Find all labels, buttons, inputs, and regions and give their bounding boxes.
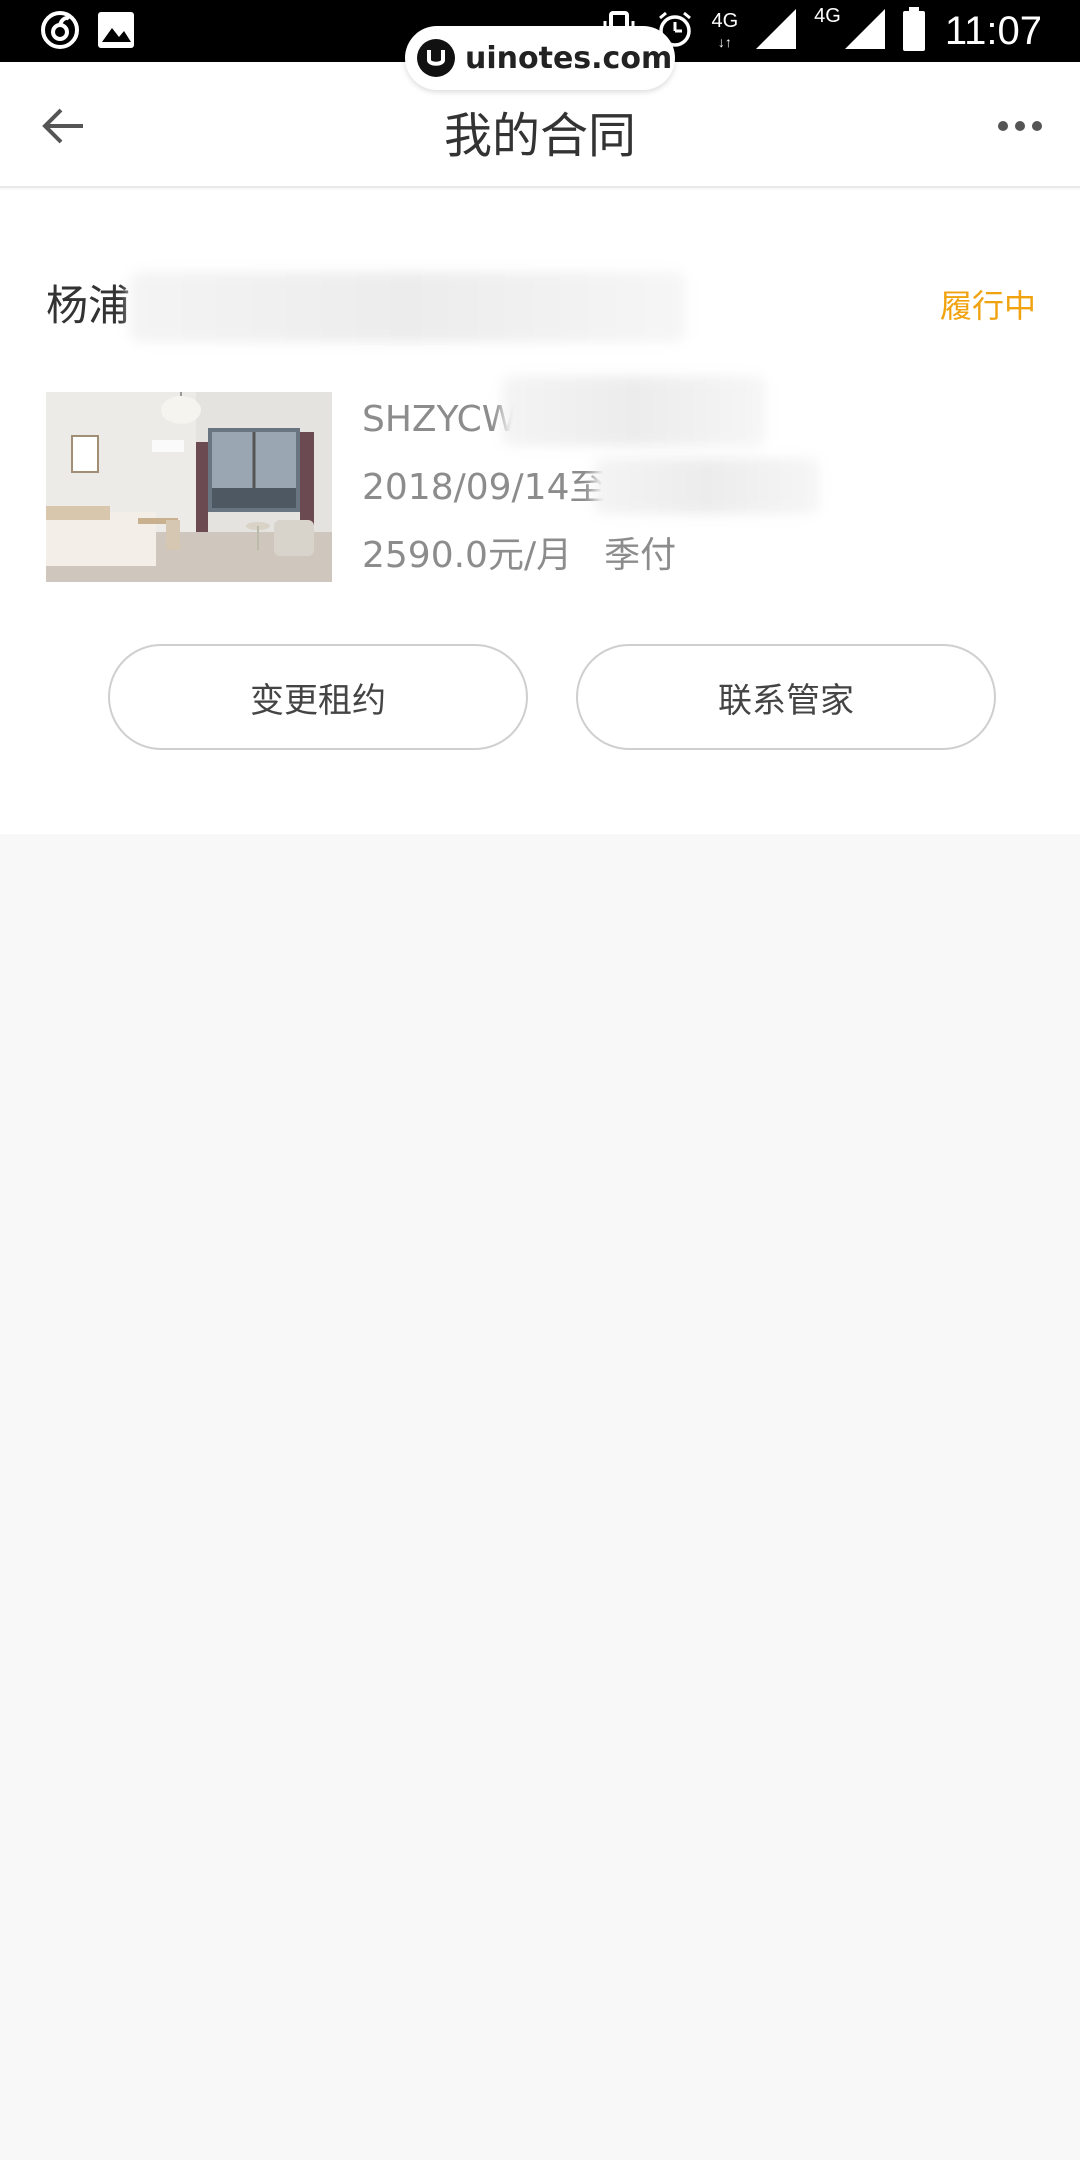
status-badge: 履行中 [939,287,1036,325]
battery-icon [902,7,925,55]
network-type-2: 4G [814,5,841,27]
contact-manager-button[interactable]: 联系管家 [576,644,996,750]
contract-address: 杨浦 [46,281,131,330]
more-dots-icon [998,121,1042,131]
page-title: 我的合同 [443,108,636,164]
change-lease-button[interactable]: 变更租约 [108,644,528,750]
watermark-text: uinotes.com [465,40,673,76]
rent-amount: 2590.0元/月 [362,535,573,576]
signal-icon [843,7,887,55]
payment-cycle: 季付 [604,535,677,576]
contract-info: SHZYCW 2018/09/14至 2590.0元/月 季付 [362,376,1042,590]
contract-period-row: 2018/09/14至 [362,454,1042,522]
contract-address-row: 杨浦 履行中 [46,266,1036,346]
uinotes-logo-icon [417,39,455,77]
action-buttons: 变更租约 联系管家 [108,644,996,750]
contract-code-row: SHZYCW [362,376,1042,454]
room-photo [46,392,332,582]
contract-rent-row: 2590.0元/月 季付 [362,522,1042,590]
netease-music-icon [40,10,80,54]
more-button[interactable] [990,102,1050,150]
clock: 11:07 [944,9,1042,53]
watermark-badge: uinotes.com [405,26,675,90]
network-type-1: 4G ↓↑ [711,9,739,50]
redacted-code [502,376,766,446]
contract-period: 2018/09/14至 [362,467,606,508]
contract-code: SHZYCW [362,399,518,440]
redacted-address [130,272,686,342]
gallery-icon [96,10,136,54]
contract-card[interactable]: 杨浦 履行中 SHZYCW 2018/09/14至 2590.0元/月 季付 变… [0,190,1080,834]
signal-icon [754,7,798,55]
redacted-end-date [594,458,820,514]
